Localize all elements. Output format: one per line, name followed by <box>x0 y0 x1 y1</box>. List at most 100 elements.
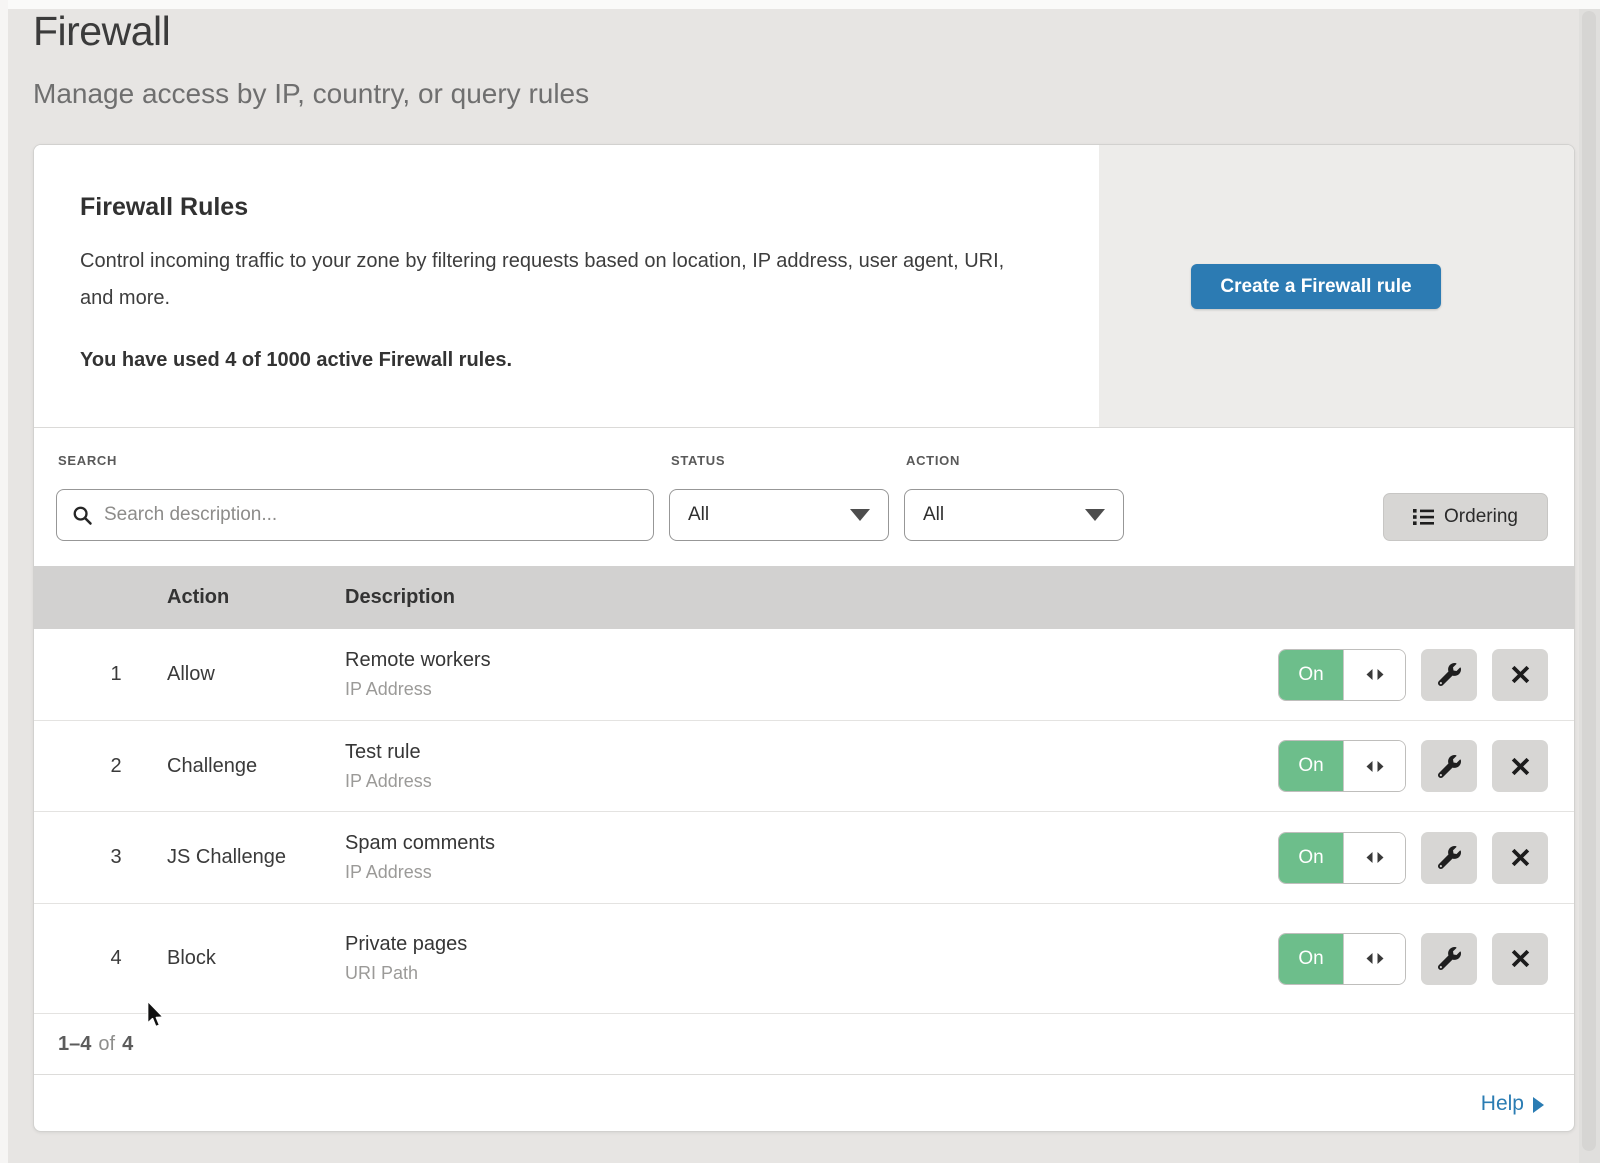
left-right-arrows-icon <box>1364 851 1386 864</box>
rule-enabled-toggle[interactable]: On <box>1278 649 1406 701</box>
search-icon <box>72 505 93 526</box>
rule-description-cell: Remote workers IP Address <box>345 629 491 720</box>
status-label: STATUS <box>671 453 725 468</box>
rule-description: Spam comments <box>345 832 495 855</box>
rules-heading: Firewall Rules <box>80 193 248 222</box>
x-icon <box>1510 847 1531 868</box>
toggle-drag-handle[interactable] <box>1343 741 1405 791</box>
rule-match-field: IP Address <box>345 771 432 792</box>
window-edge-left <box>0 0 8 1163</box>
search-box <box>56 489 654 541</box>
action-selected-value: All <box>923 504 944 526</box>
toggle-drag-handle[interactable] <box>1343 934 1405 984</box>
rule-match-field: IP Address <box>345 679 491 700</box>
chevron-right-icon <box>1533 1097 1544 1113</box>
rule-priority: 3 <box>96 812 136 903</box>
edit-rule-button[interactable] <box>1421 933 1477 985</box>
page-subtitle: Manage access by IP, country, or query r… <box>33 78 589 110</box>
toggle-drag-handle[interactable] <box>1343 833 1405 883</box>
chevron-down-icon <box>850 509 870 521</box>
delete-rule-button[interactable] <box>1492 933 1548 985</box>
firewall-rules-card: Firewall Rules Control incoming traffic … <box>33 144 1575 1132</box>
table-row: 4 Block Private pages URI Path On <box>34 904 1574 1014</box>
page-title: Firewall <box>33 8 170 55</box>
rule-enabled-toggle[interactable]: On <box>1278 933 1406 985</box>
rule-action: Block <box>167 904 216 1013</box>
rule-action: Challenge <box>167 721 257 811</box>
rule-action: Allow <box>167 629 215 720</box>
delete-rule-button[interactable] <box>1492 740 1548 792</box>
rule-enabled-toggle[interactable]: On <box>1278 832 1406 884</box>
toggle-drag-handle[interactable] <box>1343 650 1405 700</box>
chevron-down-icon <box>1085 509 1105 521</box>
ordering-button-label: Ordering <box>1444 506 1518 528</box>
mouse-cursor <box>146 1000 165 1029</box>
rules-card-header-left: Firewall Rules Control incoming traffic … <box>34 145 1099 427</box>
rule-enabled-toggle[interactable]: On <box>1278 740 1406 792</box>
pagination-of: of <box>98 1033 115 1056</box>
rule-match-field: URI Path <box>345 963 467 984</box>
wrench-icon <box>1438 846 1461 869</box>
window-edge-top <box>0 0 1600 9</box>
table-header: Action Description <box>34 566 1574 629</box>
x-icon <box>1510 948 1531 969</box>
table-row: 3 JS Challenge Spam comments IP Address … <box>34 812 1574 904</box>
rule-description: Test rule <box>345 741 432 764</box>
rule-description-cell: Spam comments IP Address <box>345 812 495 903</box>
toggle-on-state[interactable]: On <box>1279 650 1343 700</box>
rule-description-cell: Private pages URI Path <box>345 904 467 1013</box>
edit-rule-button[interactable] <box>1421 832 1477 884</box>
rule-priority: 4 <box>96 904 136 1013</box>
delete-rule-button[interactable] <box>1492 832 1548 884</box>
scrollbar-thumb[interactable] <box>1582 11 1596 1151</box>
rule-controls: On <box>1278 721 1548 811</box>
toggle-on-state[interactable]: On <box>1279 833 1343 883</box>
rule-priority: 2 <box>96 721 136 811</box>
column-header-action: Action <box>167 586 229 609</box>
rule-description: Remote workers <box>345 649 491 672</box>
pagination-range: 1–4 <box>58 1033 91 1056</box>
search-input[interactable] <box>93 490 653 540</box>
rule-controls: On <box>1278 629 1548 720</box>
table-row: 2 Challenge Test rule IP Address On <box>34 721 1574 812</box>
action-select[interactable]: All <box>904 489 1124 541</box>
table-row: 1 Allow Remote workers IP Address On <box>34 629 1574 721</box>
wrench-icon <box>1438 947 1461 970</box>
x-icon <box>1510 756 1531 777</box>
rules-card-header: Firewall Rules Control incoming traffic … <box>34 145 1574 428</box>
rule-priority: 1 <box>96 629 136 720</box>
rule-action: JS Challenge <box>167 812 286 903</box>
status-select[interactable]: All <box>669 489 889 541</box>
firewall-page: Firewall Manage access by IP, country, o… <box>0 0 1600 1163</box>
action-label: ACTION <box>906 453 960 468</box>
delete-rule-button[interactable] <box>1492 649 1548 701</box>
column-header-description: Description <box>345 586 455 609</box>
edit-rule-button[interactable] <box>1421 740 1477 792</box>
rule-description-cell: Test rule IP Address <box>345 721 432 811</box>
search-label: SEARCH <box>58 453 117 468</box>
help-link[interactable]: Help <box>1481 1092 1524 1116</box>
rules-usage-count: You have used 4 of 1000 active Firewall … <box>80 349 512 372</box>
edit-rule-button[interactable] <box>1421 649 1477 701</box>
wrench-icon <box>1438 663 1461 686</box>
rule-description: Private pages <box>345 933 467 956</box>
card-footer: Help <box>34 1074 1574 1132</box>
x-icon <box>1510 664 1531 685</box>
scrollbar-track[interactable] <box>1579 9 1600 1163</box>
rule-controls: On <box>1278 812 1548 903</box>
ordering-button[interactable]: Ordering <box>1383 493 1548 541</box>
left-right-arrows-icon <box>1364 668 1386 681</box>
toggle-on-state[interactable]: On <box>1279 934 1343 984</box>
wrench-icon <box>1438 755 1461 778</box>
rules-card-header-right: Create a Firewall rule <box>1099 145 1574 427</box>
left-right-arrows-icon <box>1364 760 1386 773</box>
rules-description: Control incoming traffic to your zone by… <box>80 243 1030 317</box>
rule-controls: On <box>1278 904 1548 1013</box>
left-right-arrows-icon <box>1364 952 1386 965</box>
ordered-list-icon <box>1413 508 1434 526</box>
toggle-on-state[interactable]: On <box>1279 741 1343 791</box>
create-firewall-rule-button[interactable]: Create a Firewall rule <box>1191 264 1441 309</box>
rule-match-field: IP Address <box>345 862 495 883</box>
pagination-total: 4 <box>122 1033 133 1056</box>
status-selected-value: All <box>688 504 709 526</box>
